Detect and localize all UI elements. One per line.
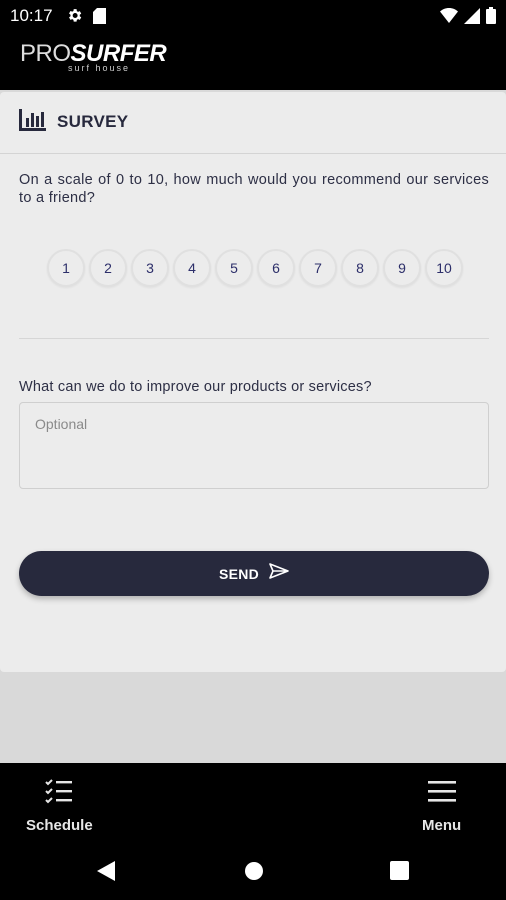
gear-icon [66,7,83,29]
send-label: SEND [218,565,260,582]
recents-icon[interactable] [390,861,409,885]
survey-header: SURVEY [0,92,506,154]
sd-card-icon [93,7,106,29]
survey-card: SURVEY On a scale of 0 to 10, how much w… [0,92,506,672]
bar-chart-icon [19,109,46,136]
rating-option-5[interactable]: 5 [215,249,253,287]
rating-option-6[interactable]: 6 [257,249,295,287]
home-icon[interactable] [244,861,264,886]
send-button[interactable]: SEND [19,551,489,596]
rating-option-9[interactable]: 9 [383,249,421,287]
rating-option-8[interactable]: 8 [341,249,379,287]
hamburger-menu-icon [427,778,456,809]
improve-placeholder: Optional [35,416,88,432]
system-nav-bar [0,848,506,900]
status-bar: 10:17 [0,0,506,32]
battery-icon [486,7,496,29]
nav-schedule-label: Schedule [26,817,93,834]
nav-menu-label: Menu [422,817,462,834]
nav-menu[interactable]: Menu [422,778,461,834]
status-time: 10:17 [10,6,53,25]
rating-option-7[interactable]: 7 [299,249,337,287]
nav-schedule[interactable]: Schedule [26,778,93,834]
wifi-icon [440,8,458,28]
logo-subtitle: surf house [68,63,131,73]
rating-scale: 1 2 3 4 5 6 7 8 9 10 [47,249,463,287]
rating-option-1[interactable]: 1 [47,249,85,287]
checklist-icon [45,778,73,809]
content-area: SURVEY On a scale of 0 to 10, how much w… [0,90,506,763]
divider [19,338,489,339]
bottom-nav: Schedule Menu [0,763,506,848]
app-header: PROSURFER surf house [0,32,506,90]
logo: PROSURFER surf house [20,40,167,74]
rating-option-2[interactable]: 2 [89,249,127,287]
improve-textarea[interactable]: Optional [19,402,489,489]
rating-option-3[interactable]: 3 [131,249,169,287]
rating-option-10[interactable]: 10 [425,249,463,287]
signal-icon [464,7,480,29]
rating-option-4[interactable]: 4 [173,249,211,287]
improve-question: What can we do to improve our products o… [19,379,372,395]
logo-pro: PRO [20,40,71,67]
send-icon [269,563,289,584]
survey-question: On a scale of 0 to 10, how much would yo… [19,172,489,206]
survey-title: SURVEY [57,112,129,131]
back-icon[interactable] [97,861,115,886]
